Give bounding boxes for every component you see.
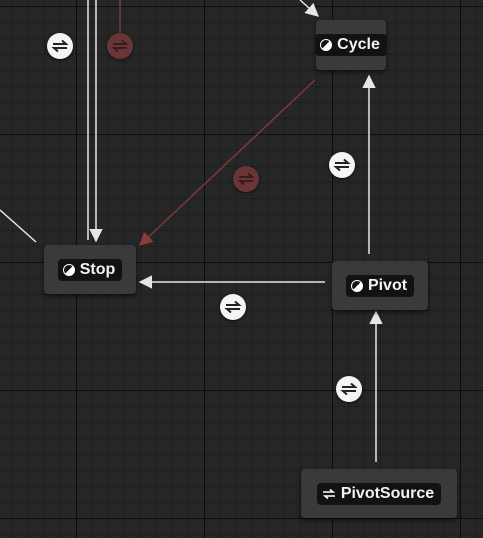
transition-rule-icon <box>111 39 129 53</box>
state-node-title: Cycle <box>315 34 387 56</box>
conduit-node-title: PivotSource <box>316 482 442 505</box>
transition-rule-icon <box>340 382 358 396</box>
transition-rule-icon <box>51 39 69 53</box>
state-machine-graph-canvas[interactable]: Cycle Stop Pivot PivotSource <box>0 0 483 538</box>
transition-rule-icon[interactable] <box>47 33 73 59</box>
transition-rule-icon[interactable] <box>220 294 246 320</box>
state-node-cycle[interactable]: Cycle <box>315 20 387 70</box>
state-icon <box>350 279 363 292</box>
state-node-label: Stop <box>79 260 116 278</box>
state-node-title: Pivot <box>345 274 415 297</box>
transition-rule-icon <box>237 172 255 186</box>
state-icon <box>320 39 333 51</box>
state-node-label: Cycle <box>337 36 380 53</box>
state-node-stop[interactable]: Stop <box>44 245 136 294</box>
transition-rule-icon <box>333 158 351 172</box>
state-node-label: Pivot <box>367 276 408 294</box>
transition-rule-icon[interactable] <box>233 166 259 192</box>
state-node-pivot[interactable]: Pivot <box>332 261 428 310</box>
wire-cycle-to-stop[interactable] <box>139 79 316 246</box>
state-node-title: Stop <box>57 258 123 281</box>
conduit-node-label: PivotSource <box>340 484 435 502</box>
transition-rule-icon[interactable] <box>329 152 355 178</box>
transition-rule-icon[interactable] <box>336 376 362 402</box>
wire-offscreen-to-cycle[interactable] <box>299 0 320 17</box>
transition-rule-icon <box>224 300 242 314</box>
transition-rule-icon[interactable] <box>107 33 133 59</box>
state-icon <box>62 263 75 276</box>
conduit-node-pivotsource[interactable]: PivotSource <box>301 469 457 518</box>
wire-left-offscreen-to-stop[interactable] <box>0 209 37 243</box>
conduit-icon <box>322 488 336 499</box>
